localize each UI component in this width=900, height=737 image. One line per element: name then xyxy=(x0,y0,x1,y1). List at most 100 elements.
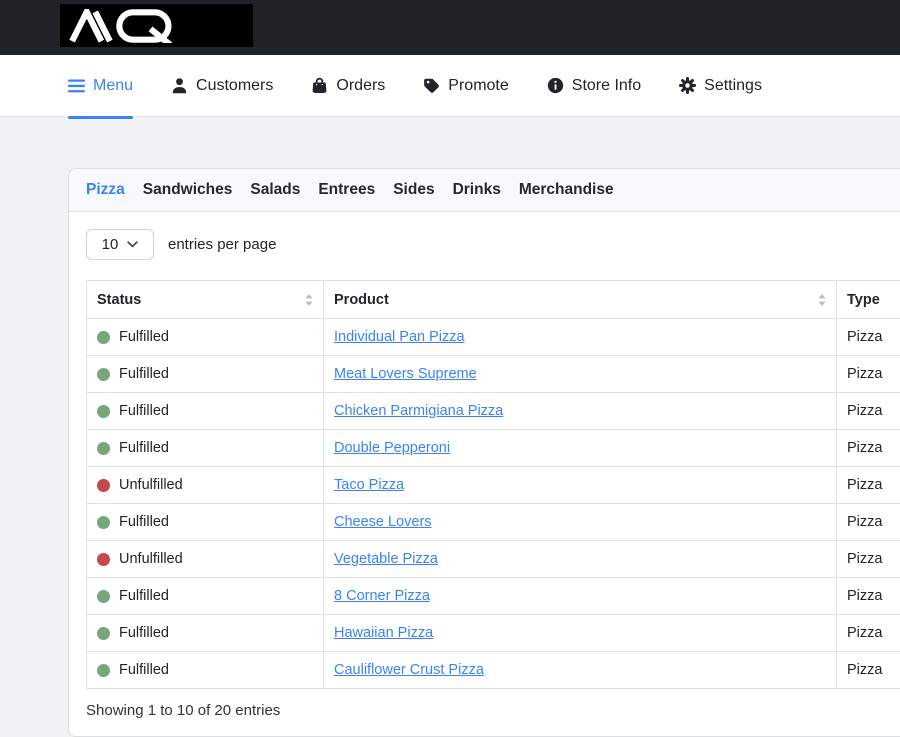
product-link[interactable]: Cauliflower Crust Pizza xyxy=(334,662,484,678)
nav-item-label: Menu xyxy=(93,77,133,95)
brand-logo xyxy=(60,4,253,47)
table-row: Fulfilled Double Pepperoni Pizza xyxy=(87,430,900,467)
table-row: Fulfilled Cheese Lovers Pizza xyxy=(87,504,900,541)
table-row: Fulfilled Chicken Parmigiana Pizza Pizza xyxy=(87,393,900,430)
nav-item-settings[interactable]: Settings xyxy=(679,55,762,117)
product-link[interactable]: Individual Pan Pizza xyxy=(334,329,465,345)
product-link[interactable]: Chicken Parmigiana Pizza xyxy=(334,403,503,419)
status-cell: Fulfilled xyxy=(97,625,313,641)
type-cell: Pizza xyxy=(837,615,900,652)
status-label: Fulfilled xyxy=(119,588,169,604)
product-link[interactable]: Cheese Lovers xyxy=(334,514,432,530)
status-label: Fulfilled xyxy=(119,440,169,456)
status-dot xyxy=(97,368,110,381)
product-link[interactable]: Taco Pizza xyxy=(334,477,404,493)
tab-pizza[interactable]: Pizza xyxy=(86,181,125,199)
entries-per-page-label: entries per page xyxy=(168,236,276,253)
table-row: Fulfilled 8 Corner Pizza Pizza xyxy=(87,578,900,615)
type-cell: Pizza xyxy=(837,356,900,393)
active-nav-underline xyxy=(68,116,133,119)
entries-row: 10 entries per page xyxy=(86,229,900,260)
sort-icon xyxy=(818,294,826,306)
product-link[interactable]: Hawaiian Pizza xyxy=(334,625,433,641)
type-cell: Pizza xyxy=(837,652,900,689)
store-info-icon xyxy=(547,77,564,94)
status-dot xyxy=(97,664,110,677)
status-cell: Fulfilled xyxy=(97,588,313,604)
status-dot xyxy=(97,516,110,529)
product-link[interactable]: Meat Lovers Supreme xyxy=(334,366,477,382)
table-row: Fulfilled Hawaiian Pizza Pizza xyxy=(87,615,900,652)
column-header-type[interactable]: Type xyxy=(837,281,900,319)
category-tabs: Pizza Sandwiches Salads Entrees Sides Dr… xyxy=(69,169,900,212)
status-dot xyxy=(97,405,110,418)
status-label: Fulfilled xyxy=(119,662,169,678)
table-header-row: Status Product xyxy=(87,281,900,319)
tab-sides[interactable]: Sides xyxy=(393,181,434,199)
tab-entrees[interactable]: Entrees xyxy=(318,181,375,199)
product-link[interactable]: Vegetable Pizza xyxy=(334,551,438,567)
status-cell: Unfulfilled xyxy=(97,551,313,567)
tab-merchandise[interactable]: Merchandise xyxy=(519,181,614,199)
products-table: Status Product xyxy=(86,280,900,689)
table-summary: Showing 1 to 10 of 20 entries xyxy=(86,702,900,719)
status-cell: Fulfilled xyxy=(97,329,313,345)
nav-item-customers[interactable]: Customers xyxy=(171,55,273,117)
type-cell: Pizza xyxy=(837,467,900,504)
column-label: Product xyxy=(334,292,389,308)
settings-icon xyxy=(679,77,696,94)
status-cell: Fulfilled xyxy=(97,366,313,382)
tab-sandwiches[interactable]: Sandwiches xyxy=(143,181,233,199)
nav-item-store-info[interactable]: Store Info xyxy=(547,55,641,117)
table-row: Fulfilled Cauliflower Crust Pizza Pizza xyxy=(87,652,900,689)
type-cell: Pizza xyxy=(837,541,900,578)
status-label: Fulfilled xyxy=(119,403,169,419)
type-cell: Pizza xyxy=(837,504,900,541)
entries-per-page-select[interactable]: 10 xyxy=(86,229,154,260)
nav-item-menu[interactable]: Menu xyxy=(68,55,133,117)
promote-icon xyxy=(423,77,440,94)
product-link[interactable]: 8 Corner Pizza xyxy=(334,588,430,604)
orders-icon xyxy=(311,77,328,94)
table-row: Fulfilled Meat Lovers Supreme Pizza xyxy=(87,356,900,393)
status-cell: Unfulfilled xyxy=(97,477,313,493)
nav-item-label: Orders xyxy=(336,77,385,95)
status-dot xyxy=(97,590,110,603)
sort-icon xyxy=(305,294,313,306)
status-label: Unfulfilled xyxy=(119,551,183,567)
status-dot xyxy=(97,331,110,344)
type-cell: Pizza xyxy=(837,393,900,430)
status-label: Fulfilled xyxy=(119,625,169,641)
table-row: Unfulfilled Vegetable Pizza Pizza xyxy=(87,541,900,578)
entries-per-page-value: 10 xyxy=(102,236,119,253)
nav-item-label: Customers xyxy=(196,77,273,95)
type-cell: Pizza xyxy=(837,319,900,356)
column-header-product[interactable]: Product xyxy=(324,281,837,319)
status-dot xyxy=(97,479,110,492)
status-cell: Fulfilled xyxy=(97,662,313,678)
status-label: Fulfilled xyxy=(119,329,169,345)
page-content: Pizza Sandwiches Salads Entrees Sides Dr… xyxy=(0,117,900,737)
aiq-logo-icon xyxy=(66,9,184,43)
column-label: Status xyxy=(97,292,141,308)
status-label: Fulfilled xyxy=(119,366,169,382)
nav-item-label: Store Info xyxy=(572,77,641,95)
status-cell: Fulfilled xyxy=(97,514,313,530)
status-cell: Fulfilled xyxy=(97,440,313,456)
nav-item-label: Settings xyxy=(704,77,762,95)
table-body: Fulfilled Individual Pan Pizza Pizza Ful… xyxy=(87,319,900,689)
product-link[interactable]: Double Pepperoni xyxy=(334,440,450,456)
status-dot xyxy=(97,627,110,640)
table-row: Fulfilled Individual Pan Pizza Pizza xyxy=(87,319,900,356)
tab-salads[interactable]: Salads xyxy=(250,181,300,199)
nav-item-promote[interactable]: Promote xyxy=(423,55,508,117)
status-dot xyxy=(97,553,110,566)
card-body: 10 entries per page Status xyxy=(69,212,900,736)
status-label: Unfulfilled xyxy=(119,477,183,493)
tab-drinks[interactable]: Drinks xyxy=(453,181,501,199)
table-row: Unfulfilled Taco Pizza Pizza xyxy=(87,467,900,504)
column-header-status[interactable]: Status xyxy=(87,281,324,319)
type-cell: Pizza xyxy=(837,430,900,467)
column-label: Type xyxy=(847,292,880,308)
nav-item-orders[interactable]: Orders xyxy=(311,55,385,117)
